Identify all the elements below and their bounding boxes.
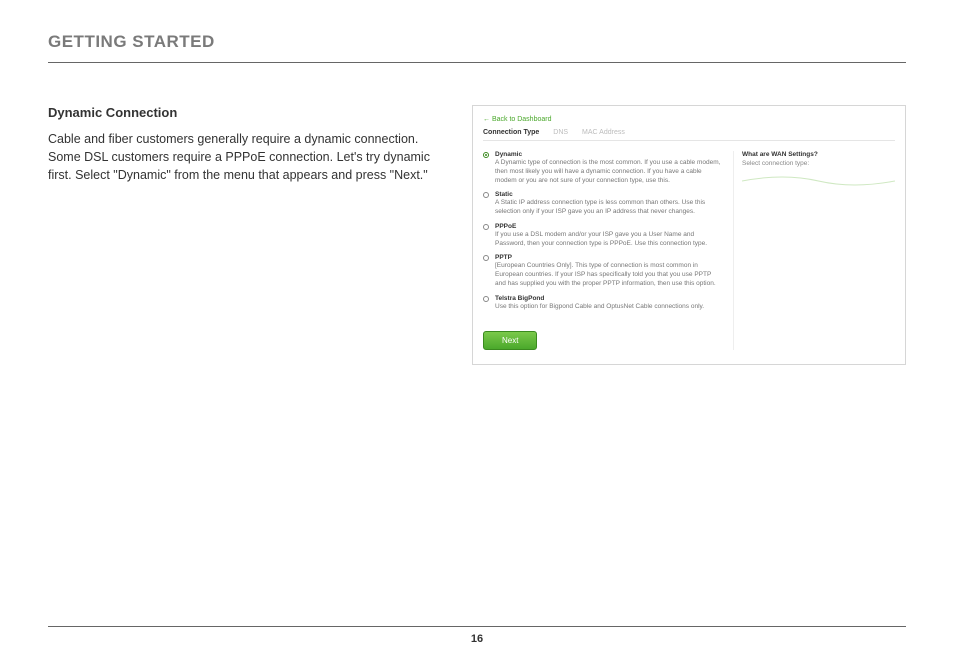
option-desc: If you use a DSL modem and/or your ISP g… [495,231,723,249]
option-title: Static [495,191,723,198]
help-title: What are WAN Settings? [742,151,895,158]
option-pppoe[interactable]: PPPoE If you use a DSL modem and/or your… [483,223,723,249]
left-column: Dynamic Connection Cable and fiber custo… [48,105,448,626]
router-ui-screenshot: ← Back to Dashboard Connection Type DNS … [472,105,906,365]
document-page: GETTING STARTED Dynamic Connection Cable… [0,0,954,669]
option-pptp[interactable]: PPTP [European Countries Only]. This typ… [483,254,723,288]
tab-mac-address[interactable]: MAC Address [582,129,625,136]
back-to-dashboard-link[interactable]: ← Back to Dashboard [483,116,551,123]
section-title: Dynamic Connection [48,105,448,120]
header-rule [48,62,906,63]
option-desc: Use this option for Bigpond Cable and Op… [495,303,723,312]
radio-icon[interactable] [483,224,489,230]
connection-options: Dynamic A Dynamic type of connection is … [483,151,723,350]
radio-icon[interactable] [483,296,489,302]
option-telstra[interactable]: Telstra BigPond Use this option for Bigp… [483,295,723,312]
footer-rule [48,626,906,627]
option-dynamic[interactable]: Dynamic A Dynamic type of connection is … [483,151,723,185]
right-column: ← Back to Dashboard Connection Type DNS … [472,105,906,626]
help-subtitle: Select connection type: [742,160,895,167]
radio-icon[interactable] [483,192,489,198]
page-number: 16 [48,633,906,645]
next-button[interactable]: Next [483,331,537,350]
option-desc: A Dynamic type of connection is the most… [495,159,723,185]
option-title: Telstra BigPond [495,295,723,302]
option-title: PPPoE [495,223,723,230]
page-footer: 16 [48,626,906,645]
radio-icon[interactable] [483,255,489,261]
option-title: PPTP [495,254,723,261]
help-sidebar: What are WAN Settings? Select connection… [733,151,895,350]
decorative-curve [742,173,895,195]
tab-connection-type[interactable]: Connection Type [483,129,539,136]
body-paragraph: Cable and fiber customers generally requ… [48,130,448,184]
content-row: Dynamic Connection Cable and fiber custo… [48,105,906,626]
option-static[interactable]: Static A Static IP address connection ty… [483,191,723,217]
page-header: GETTING STARTED [48,32,906,62]
option-title: Dynamic [495,151,723,158]
radio-icon[interactable] [483,152,489,158]
tab-row: Connection Type DNS MAC Address [483,129,895,141]
tab-dns[interactable]: DNS [553,129,568,136]
shot-body: Dynamic A Dynamic type of connection is … [483,151,895,350]
option-desc: [European Countries Only]. This type of … [495,262,723,288]
option-desc: A Static IP address connection type is l… [495,199,723,217]
